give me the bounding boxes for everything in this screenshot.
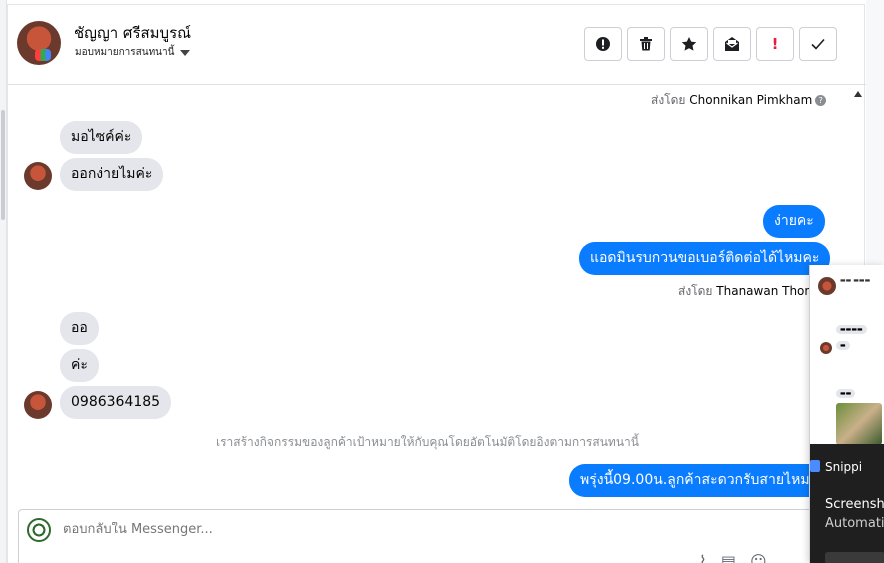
incoming-message[interactable]: 0986364185 <box>60 386 172 419</box>
thumbnail-avatar <box>818 277 836 295</box>
snipping-title: Snippi <box>825 460 863 474</box>
delete-button[interactable] <box>627 27 665 61</box>
flag-badge-icon <box>35 49 51 61</box>
assign-conversation-dropdown[interactable]: มอบหมายการสนทนานี้ <box>75 45 191 60</box>
incoming-message[interactable]: ออกง่ายไมค่ะ <box>60 158 164 191</box>
snipping-toast[interactable]: Snippi Screensho Automatic <box>810 444 884 563</box>
done-button[interactable] <box>799 27 837 61</box>
sent-by-label: ส่งโดย Chonnikan Pimkham? <box>651 91 827 110</box>
thumbnail-avatar <box>820 342 832 354</box>
toast-line-1: Screensho <box>825 497 884 512</box>
left-scrollbar-thumb[interactable] <box>1 110 5 220</box>
envelope-icon <box>725 37 739 51</box>
report-button[interactable] <box>584 27 622 61</box>
emoji-icon[interactable]: ☺ <box>750 552 767 563</box>
snipping-tool-icon <box>810 460 820 472</box>
thumbnail-bubble: ▬▬ <box>836 389 856 398</box>
snipping-notification-popup[interactable]: ▬▬ ▬▬▬ ▬▬▬▬ ▬ ▬▬ Snippi Screensho Automa… <box>809 265 884 563</box>
thumbnail-image <box>836 403 882 445</box>
contact-name[interactable]: ชัญญา ศรีสมบูรณ์ <box>74 21 191 45</box>
spam-button[interactable]: ! <box>756 27 794 61</box>
reply-input[interactable] <box>63 522 563 537</box>
conversation-panel: ชัญญา ศรีสมบูรณ์ มอบหมายการสนทนานี้ ! ส่… <box>7 4 866 563</box>
star-button[interactable] <box>670 27 708 61</box>
contact-avatar-small[interactable] <box>24 391 52 419</box>
mark-unread-button[interactable] <box>713 27 751 61</box>
trash-icon <box>640 37 652 51</box>
caret-down-icon <box>180 49 191 56</box>
outgoing-message[interactable]: พรุ่งนี้09.00น.ลูกค้าสะดวกรับสายไหมคะ <box>569 464 838 497</box>
composer-tools: ⌇ ▤ ☺ <box>699 552 767 563</box>
incoming-message[interactable]: ออ <box>60 312 99 345</box>
toast-line-2: Automatic <box>825 516 884 531</box>
thumbnail-bubble: ▬▬▬▬ <box>836 325 867 334</box>
sent-by-label: ส่งโดย Thanawan Thon <box>678 282 812 301</box>
incoming-message[interactable]: ค่ะ <box>60 349 99 382</box>
alert-circle-icon <box>596 37 610 51</box>
outgoing-message[interactable]: แอดมินรบกวนขอเบอร์ติดต่อได้ไหมคะ <box>579 242 831 275</box>
outgoing-message[interactable]: ง่ายคะ <box>763 205 825 238</box>
check-icon <box>811 38 825 50</box>
star-icon <box>681 37 697 51</box>
system-note: เราสร้างกิจกรรมของลูกค้าเป้าหมายให้กับคุ… <box>216 435 639 449</box>
contact-avatar[interactable] <box>17 21 61 65</box>
scroll-up-arrow-icon[interactable] <box>854 91 862 97</box>
sent-by-prefix: ส่งโดย <box>678 284 713 298</box>
conversation-header: ชัญญา ศรีสมบูรณ์ มอบหมายการสนทนานี้ ! <box>8 5 866 85</box>
contact-avatar-small[interactable] <box>24 162 52 190</box>
attachment-icon[interactable]: ⌇ <box>699 552 707 563</box>
reply-composer: ⌇ ▤ ☺ <box>18 509 818 563</box>
toast-button[interactable] <box>825 552 884 563</box>
agent-name: Thanawan Thon <box>716 284 812 298</box>
message-thread: ส่งโดย Chonnikan Pimkham? มอไซค์ค่ะ ออกง… <box>8 85 850 505</box>
thumbnail-name: ▬▬ ▬▬▬ <box>840 277 871 284</box>
left-scrollbar[interactable] <box>0 0 7 563</box>
agent-name: Chonnikan Pimkham <box>689 93 813 107</box>
action-toolbar: ! <box>584 27 837 61</box>
page-logo-icon <box>27 518 51 542</box>
help-icon[interactable]: ? <box>815 95 827 106</box>
saved-replies-icon[interactable]: ▤ <box>721 552 736 563</box>
exclamation-icon: ! <box>771 35 779 53</box>
thumbnail-bubble: ▬ <box>836 341 850 350</box>
sent-by-prefix: ส่งโดย <box>651 93 686 107</box>
incoming-message[interactable]: มอไซค์ค่ะ <box>60 121 143 154</box>
assign-label: มอบหมายการสนทนานี้ <box>75 47 175 58</box>
